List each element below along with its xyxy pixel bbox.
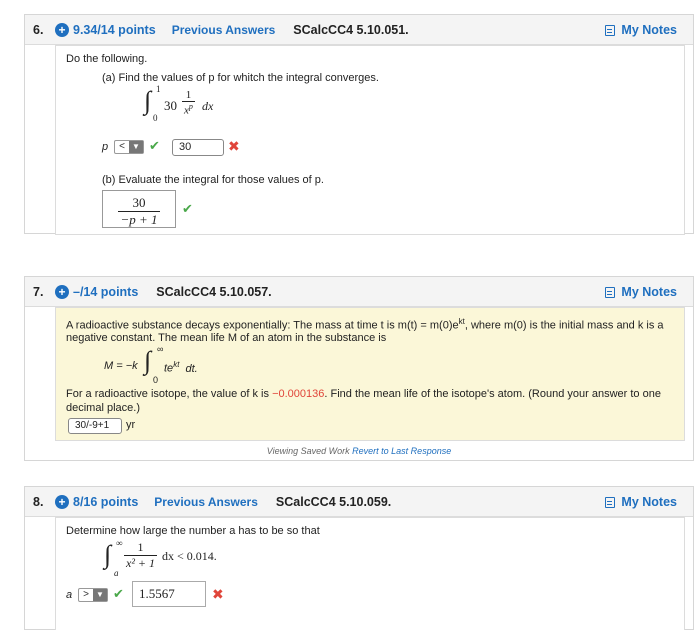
notes-icon [605, 286, 616, 298]
integrand: tekt dt. [164, 360, 198, 375]
problem-line-1: A radioactive substance decays exponenti… [66, 317, 664, 332]
mean-life-input[interactable]: 30/-9+1 [68, 418, 122, 434]
question-7-card: 7. + –/14 points SCalcCC4 5.10.057. My N… [24, 276, 694, 461]
integral-upper: 1 [156, 84, 161, 94]
my-notes-button[interactable]: My Notes [605, 15, 677, 45]
question-id: SCalcCC4 5.10.057. [156, 284, 272, 299]
integral-upper: ∞ [116, 538, 123, 548]
problem-line-3: For a radioactive isotope, the value of … [66, 388, 661, 400]
previous-answers-link[interactable]: Previous Answers [154, 495, 258, 509]
instruction-text: Do the following. [66, 53, 148, 65]
question-8-body: Determine how large the number a has to … [55, 517, 685, 630]
answer-denominator: −p + 1 [118, 211, 160, 227]
question-id: SCalcCC4 5.10.059. [275, 494, 392, 509]
fraction-numerator: 1 [185, 89, 192, 101]
previous-answers-link[interactable]: Previous Answers [172, 23, 276, 37]
a-label: a [66, 589, 73, 601]
integral-lower: 0 [153, 375, 159, 385]
p-comparison-select[interactable]: < ▼ [114, 140, 144, 154]
question-6-body: Do the following. (a) Find the values of… [55, 45, 685, 235]
integral-upper: ∞ [157, 344, 164, 354]
my-notes-label: My Notes [621, 285, 677, 299]
fraction-numerator: 1 [137, 540, 144, 554]
question-8-card: 8. + 8/16 points Previous Answers SCalcC… [24, 486, 694, 630]
a-value-input[interactable]: 1.5567 [132, 581, 206, 607]
part-b-answer-box[interactable]: 30 −p + 1 [102, 190, 176, 228]
question-6-header: 6. + 9.34/14 points Previous Answers SCa… [25, 15, 693, 45]
p-label: p [102, 141, 109, 153]
my-notes-label: My Notes [621, 23, 677, 37]
revert-link[interactable]: Revert to Last Response [352, 446, 451, 456]
correct-check-icon: ✔ [149, 138, 160, 153]
part-b-text: (b) Evaluate the integral for those valu… [102, 174, 324, 186]
notes-icon [605, 496, 616, 508]
question-7-header: 7. + –/14 points SCalcCC4 5.10.057. My N… [25, 277, 693, 307]
answer-numerator: 30 [132, 195, 146, 210]
differential: dx [202, 99, 214, 113]
fraction-exponent: p [188, 102, 193, 111]
saved-work-text: Viewing Saved Work [266, 446, 350, 456]
question-id: SCalcCC4 5.10.051. [293, 22, 409, 37]
p-value-input[interactable]: 30 [172, 139, 224, 156]
integral-coefficient: 30 [164, 98, 177, 113]
select-value: > [83, 589, 89, 600]
correct-check-icon: ✔ [113, 586, 124, 601]
integral-tail: dx < 0.014. [162, 549, 217, 563]
integral-lower: 0 [153, 113, 158, 123]
correct-check-icon: ✔ [182, 201, 193, 216]
chevron-down-icon: ▼ [93, 589, 107, 601]
points-link[interactable]: 9.34/14 points [73, 23, 156, 37]
chevron-down-icon: ▼ [129, 141, 143, 153]
question-number: 7. [33, 284, 44, 299]
saved-work-bar: Viewing Saved Work Revert to Last Respon… [24, 446, 694, 460]
my-notes-button[interactable]: My Notes [605, 277, 677, 307]
part-a-text: (a) Find the values of p for whitch the … [102, 72, 379, 84]
select-value: < [119, 141, 125, 152]
my-notes-label: My Notes [621, 495, 677, 509]
question-7-body: A radioactive substance decays exponenti… [55, 307, 685, 441]
integral-sign: ∫ [144, 346, 152, 375]
integral-lower: a [114, 568, 119, 578]
unit-label: yr [126, 419, 136, 431]
expand-plus-icon[interactable]: + [55, 22, 69, 37]
question-number: 6. [33, 22, 44, 37]
question-number: 8. [33, 494, 44, 509]
points-link[interactable]: 8/16 points [73, 495, 138, 509]
a-comparison-select[interactable]: > ▼ [78, 588, 108, 602]
integral-sign: ∫ [144, 86, 152, 115]
notes-icon [605, 24, 616, 36]
fraction-denominator: x² + 1 [124, 555, 158, 570]
instruction-text: Determine how large the number a has to … [66, 525, 320, 537]
formula-lhs: M = −k [104, 360, 138, 372]
problem-line-2: negative constant. The mean life M of an… [66, 332, 387, 344]
incorrect-x-icon: ✖ [228, 138, 240, 154]
integral-sign: ∫ [104, 540, 112, 569]
problem-line-4: decimal place.) [66, 402, 140, 414]
integral-fraction: 1 x² + 1 [124, 540, 158, 571]
points-link[interactable]: –/14 points [73, 285, 138, 299]
question-6-card: 6. + 9.34/14 points Previous Answers SCa… [24, 14, 694, 235]
my-notes-button[interactable]: My Notes [605, 487, 677, 517]
question-8-header: 8. + 8/16 points Previous Answers SCalcC… [25, 487, 693, 517]
incorrect-x-icon: ✖ [212, 586, 224, 602]
integral-fraction: 1 xp [182, 89, 195, 117]
expand-plus-icon[interactable]: + [55, 284, 69, 299]
k-value: −0.000136 [272, 388, 325, 400]
expand-plus-icon[interactable]: + [55, 494, 69, 509]
